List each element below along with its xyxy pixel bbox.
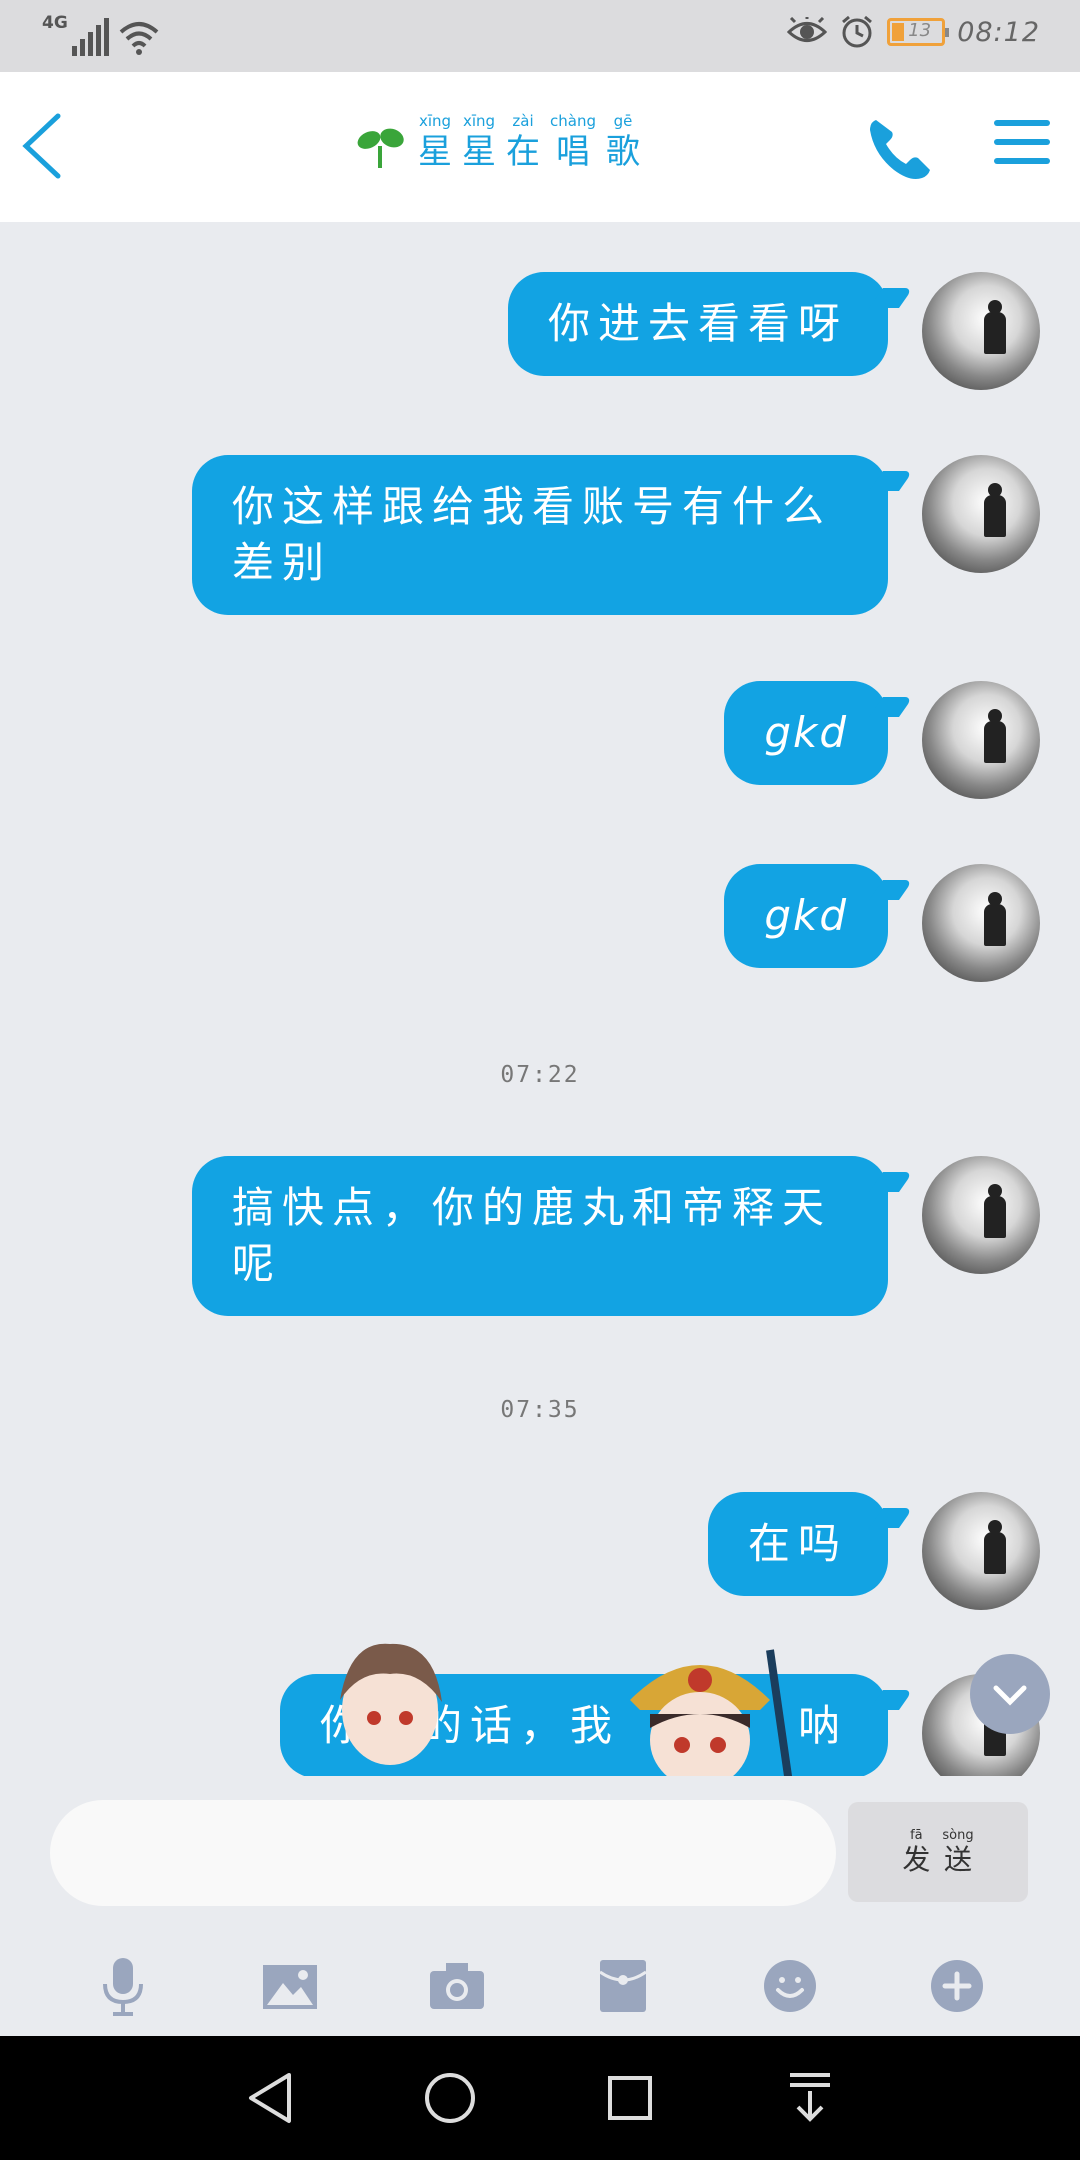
avatar[interactable] (922, 272, 1040, 390)
microphone-icon (103, 1958, 144, 2016)
status-time: 08:12 (957, 16, 1040, 48)
eye-icon (787, 17, 828, 42)
title-char: gē 歌 (605, 112, 640, 172)
status-bar: 4G 13 08:12 (0, 0, 1080, 72)
nav-back-button[interactable] (240, 2068, 300, 2128)
system-nav-bar (0, 2036, 1080, 2160)
camera-button[interactable] (427, 1956, 487, 2016)
avatar[interactable] (922, 864, 1040, 982)
send-char: fā 发 (902, 1828, 931, 1876)
menu-icon[interactable] (994, 120, 1050, 176)
message-bubble[interactable]: gkd (724, 681, 888, 785)
message-bubble[interactable]: 你这样跟给我看账号有什么 差别 (192, 455, 888, 615)
alarm-icon (842, 15, 873, 48)
nav-recents-button[interactable] (600, 2068, 660, 2128)
message-input[interactable] (50, 1800, 836, 1906)
message-bubble[interactable]: 搞快点，你的鹿丸和帝释天 呢 (192, 1156, 888, 1316)
input-bar: fā 发 sòng 送 (0, 1776, 1080, 1936)
message-line: 呢 (232, 1239, 283, 1288)
wifi-icon (119, 22, 159, 55)
message-bubble[interactable]: 在吗 (707, 1492, 888, 1596)
avatar[interactable] (922, 455, 1040, 573)
message-line: 搞快点，你的鹿丸和帝释天 (232, 1183, 833, 1232)
title-char: xīng 星 (418, 112, 452, 172)
message-row: 搞快点，你的鹿丸和帝释天 呢 (192, 1156, 1040, 1316)
message-row: 你这样跟给我看账号有什么 差别 (192, 455, 1040, 615)
avatar[interactable] (922, 1156, 1040, 1274)
plus-button[interactable] (927, 1956, 987, 2016)
avatar[interactable] (922, 1492, 1040, 1610)
send-char: sòng 送 (942, 1828, 974, 1876)
nav-home-button[interactable] (420, 2068, 480, 2128)
camera-icon (429, 1963, 484, 2009)
back-icon[interactable] (12, 108, 72, 184)
message-bubble[interactable]: 你进去看看呀 (507, 272, 888, 376)
emoji-button[interactable] (760, 1956, 820, 2016)
battery-icon: 13 (887, 18, 950, 46)
signal-icon (71, 18, 109, 56)
chat-area[interactable]: 你进去看看呀 你这样跟给我看账号有什么 差别 gkd gkd 07:22 搞快点… (0, 222, 1080, 1776)
phone-icon[interactable] (864, 112, 936, 184)
image-button[interactable] (260, 1956, 320, 2016)
message-row: gkd (724, 864, 1040, 982)
home-circle-icon (425, 2073, 475, 2123)
message-line: 你这样跟给我看账号有什么 (232, 482, 833, 531)
notification-pull-icon (790, 2073, 830, 2122)
scroll-down-button[interactable] (970, 1654, 1050, 1734)
chevron-down-icon (993, 1685, 1027, 1706)
emoji-icon (763, 1960, 816, 2012)
message-line: 差别 (232, 538, 333, 587)
back-triangle-icon (249, 2073, 291, 2123)
timestamp: 07:35 (500, 1397, 580, 1423)
title-char: chàng 唱 (550, 112, 596, 172)
input-toolbar (0, 1936, 1080, 2036)
title-char: zài 在 (506, 112, 540, 172)
battery-level: 13 (908, 20, 932, 41)
sprout-icon (357, 128, 404, 168)
image-icon (262, 1965, 317, 2009)
message-row: 在吗 (707, 1492, 1040, 1610)
red-packet-icon (599, 1960, 648, 2012)
message-row: 你进去看看呀 (507, 272, 1040, 390)
status-right: 13 08:12 (787, 14, 1040, 50)
plus-icon (930, 1960, 983, 2012)
microphone-button[interactable] (93, 1956, 153, 2016)
status-left: 4G (42, 14, 159, 56)
message-bubble[interactable]: gkd (724, 864, 888, 968)
message-row: gkd (724, 681, 1040, 799)
network-type: 4G (42, 13, 68, 33)
recents-square-icon (608, 2076, 652, 2120)
sticker-boy-icon (340, 1643, 442, 1765)
title-char: xīng 星 (462, 112, 496, 172)
send-button[interactable]: fā 发 sòng 送 (848, 1802, 1028, 1902)
sticker-opera-icon (630, 1649, 794, 1790)
timestamp: 07:22 (500, 1062, 580, 1088)
chat-header: xīng 星 xīng 星 zài 在 chàng 唱 gē 歌 (0, 72, 1080, 222)
avatar[interactable] (922, 681, 1040, 799)
chat-title[interactable]: xīng 星 xīng 星 zài 在 chàng 唱 gē 歌 (356, 112, 640, 172)
red-packet-button[interactable] (593, 1956, 653, 2016)
nav-notification-button[interactable] (780, 2068, 840, 2128)
